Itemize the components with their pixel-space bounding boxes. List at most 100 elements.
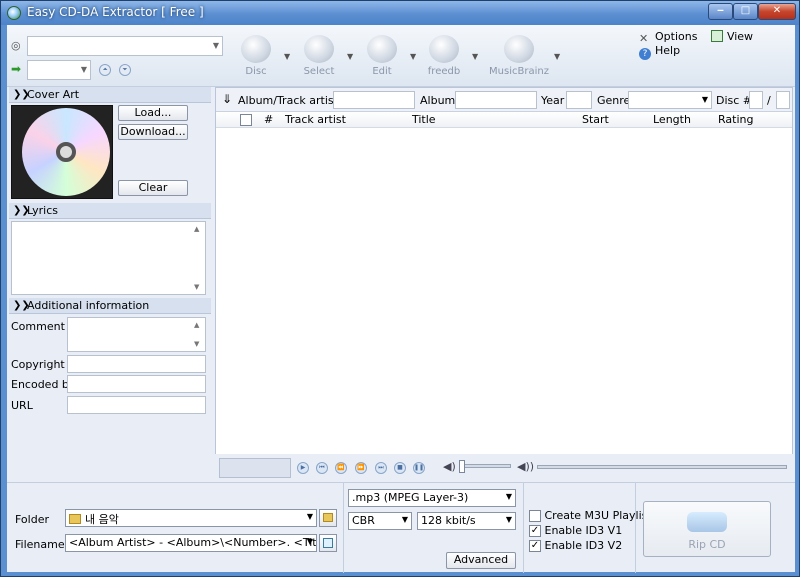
url-field[interactable] [67, 396, 206, 414]
rewind-icon[interactable]: ⏪ [335, 462, 347, 474]
sort-arrow-icon[interactable]: ⇓ [222, 92, 232, 106]
album-artist-input[interactable] [333, 91, 415, 109]
genre-label: Genre [597, 94, 631, 107]
col-length[interactable]: Length [653, 113, 691, 126]
collapse-chevron-icon: ❯❯ [13, 300, 30, 311]
seek-slider[interactable] [537, 465, 787, 469]
next-track-icon[interactable]: ⏭ [375, 462, 387, 474]
fast-forward-icon[interactable]: ⏩ [355, 462, 367, 474]
clear-cover-button[interactable]: Clear [118, 180, 188, 196]
additional-info-header[interactable]: ❯❯ Additional information [9, 298, 211, 314]
id3v2-option[interactable]: ✓ Enable ID3 V2 [529, 539, 622, 552]
eject-up-icon[interactable]: ⏶ [99, 64, 111, 76]
folder-label: Folder [15, 513, 49, 526]
album-track-artists-label: Album/Track artists [238, 94, 344, 107]
options-menu[interactable]: ✕ Options [639, 30, 697, 45]
list-icon [323, 538, 333, 548]
eject-down-icon[interactable]: ⏷ [119, 64, 131, 76]
chevron-down-icon: ▼ [505, 515, 512, 524]
open-folder-icon [323, 513, 333, 522]
chevron-down-icon: ▼ [306, 537, 313, 546]
volume-slider[interactable] [459, 460, 511, 473]
freedb-dropdown-icon[interactable]: ▼ [472, 52, 478, 61]
chevron-down-icon: ▼ [80, 65, 87, 74]
lyrics-scrollbar[interactable]: ▲ ▼ [192, 223, 204, 293]
format-select[interactable]: .mp3 (MPEG Layer-3) ▼ [348, 489, 516, 507]
id3v2-checkbox[interactable]: ✓ [529, 540, 541, 552]
volume-high-icon: ◀)) [517, 460, 535, 473]
id3v1-checkbox[interactable]: ✓ [529, 525, 541, 537]
toolbar: ◎ ▼ ➡ ▼ ⏶ ⏷ Disc ▼ Select ▼ Edit ▼ freed… [7, 25, 795, 87]
filenames-label: Filenames [15, 538, 71, 551]
musicbrainz-dropdown-icon[interactable]: ▼ [554, 52, 560, 61]
edit-icon [367, 35, 397, 63]
player-bar: ▶ ⏮ ⏪ ⏩ ⏭ ■ ❚❚ ◀) ◀)) [215, 454, 793, 482]
maximize-button[interactable]: □ [733, 3, 758, 20]
separator [343, 483, 344, 573]
title-bar: Easy CD-DA Extractor [ Free ] ‒ □ ✕ [1, 1, 799, 25]
filenames-select[interactable]: <Album Artist> - <Album>\<Number>. <Titl… [65, 534, 317, 552]
filenames-edit-button[interactable] [319, 534, 337, 552]
col-number[interactable]: # [264, 113, 273, 126]
disc-total-input[interactable] [776, 91, 790, 109]
volume-thumb[interactable] [459, 460, 465, 473]
create-m3u-option[interactable]: Create M3U Playlist [529, 509, 652, 522]
musicbrainz-icon [504, 35, 534, 63]
col-rating[interactable]: Rating [718, 113, 753, 126]
stop-icon[interactable]: ■ [394, 462, 406, 474]
track-table-header: # Track artist Title Start Length Rating [216, 112, 792, 128]
play-icon[interactable]: ▶ [297, 462, 309, 474]
mode-select[interactable]: CBR ▼ [348, 512, 412, 530]
rip-cd-button[interactable]: Rip CD [643, 501, 771, 557]
disc-icon [241, 35, 271, 63]
copyright-field[interactable] [67, 355, 206, 373]
id3v1-option[interactable]: ✓ Enable ID3 V1 [529, 524, 622, 537]
disc-number-input[interactable] [749, 91, 763, 109]
help-menu[interactable]: ? Help [639, 44, 680, 60]
select-button[interactable]: Select [290, 35, 348, 81]
track-select[interactable]: ▼ [27, 60, 91, 80]
select-all-checkbox[interactable] [240, 113, 252, 126]
separator [635, 483, 636, 573]
disc-separator: / [767, 94, 771, 107]
year-input[interactable] [566, 91, 592, 109]
copyright-label: Copyright [11, 358, 65, 371]
time-display [219, 458, 291, 478]
drive-select[interactable]: ▼ [27, 36, 223, 56]
separator [523, 483, 524, 573]
encoded-by-field[interactable] [67, 375, 206, 393]
download-cover-button[interactable]: Download... [118, 124, 188, 140]
col-title[interactable]: Title [412, 113, 436, 126]
col-track-artist[interactable]: Track artist [285, 113, 346, 126]
disc-button[interactable]: Disc [227, 35, 285, 81]
cover-art-image [11, 105, 113, 199]
musicbrainz-button[interactable]: MusicBrainz [487, 35, 551, 81]
genre-select[interactable]: ▼ [628, 91, 712, 109]
cover-art-header[interactable]: ❯❯ Cover Art [9, 87, 211, 103]
edit-button[interactable]: Edit [353, 35, 411, 81]
comment-textarea[interactable]: ▲ ▼ [67, 317, 206, 352]
create-m3u-checkbox[interactable] [529, 510, 541, 522]
prev-track-icon[interactable]: ⏮ [316, 462, 328, 474]
volume-low-icon: ◀) [443, 460, 456, 473]
view-menu[interactable]: View [710, 30, 753, 43]
minimize-button[interactable]: ‒ [708, 3, 733, 20]
drive-icon: ◎ [11, 39, 21, 52]
browse-folder-button[interactable] [319, 509, 337, 527]
disc-number-label: Disc # [716, 94, 753, 107]
load-cover-button[interactable]: Load... [118, 105, 188, 121]
folder-select[interactable]: 내 음악 ▼ [65, 509, 317, 527]
lyrics-textarea[interactable]: ▲ ▼ [11, 221, 206, 295]
close-button[interactable]: ✕ [758, 3, 796, 20]
comment-scrollbar[interactable]: ▲ ▼ [192, 319, 204, 350]
chevron-down-icon: ▼ [212, 41, 219, 50]
advanced-button[interactable]: Advanced [446, 552, 516, 569]
freedb-button[interactable]: freedb [415, 35, 473, 81]
lyrics-header[interactable]: ❯❯ Lyrics [9, 203, 211, 219]
chevron-down-icon: ▼ [401, 515, 408, 524]
pause-icon[interactable]: ❚❚ [413, 462, 425, 474]
client-area: ◎ ▼ ➡ ▼ ⏶ ⏷ Disc ▼ Select ▼ Edit ▼ freed… [7, 25, 795, 573]
col-start[interactable]: Start [582, 113, 609, 126]
album-input[interactable] [455, 91, 537, 109]
bitrate-select[interactable]: 128 kbit/s ▼ [417, 512, 516, 530]
